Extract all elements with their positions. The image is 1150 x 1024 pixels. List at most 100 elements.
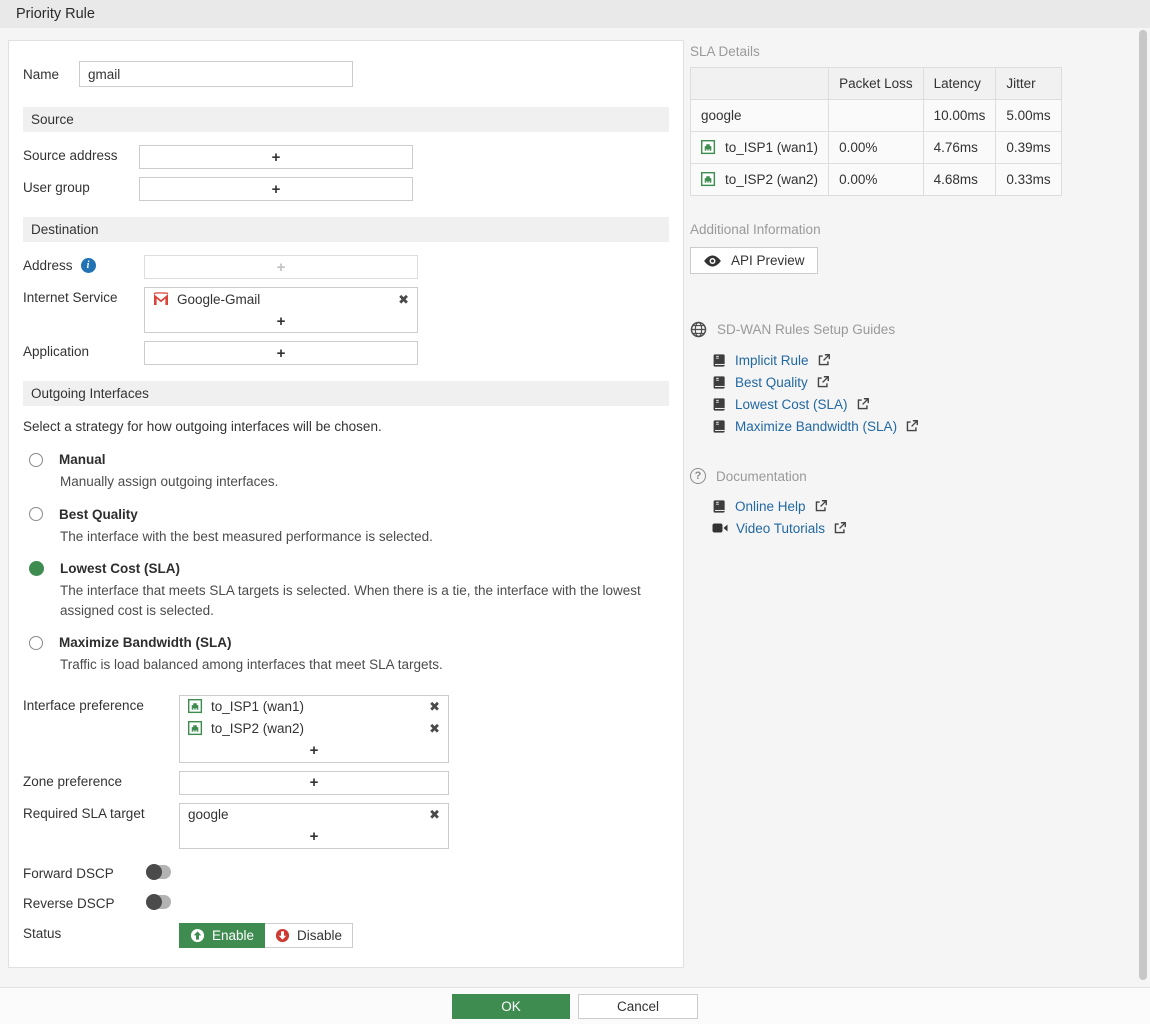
interface-preference-select[interactable]: to_ISP1 (wan1) ✖ to_ISP2 (wan2) ✖ + (179, 694, 449, 763)
interface-item-label: to_ISP2 (wan2) (211, 721, 305, 737)
ethernet-interface-icon (188, 721, 203, 736)
source-address-add-button[interactable]: + (140, 146, 412, 168)
doc-link-video-tutorials[interactable]: Video Tutorials (736, 521, 825, 536)
sla-details-title: SLA Details (690, 44, 760, 59)
internet-service-label: Internet Service (23, 290, 118, 305)
user-group-select[interactable]: + (139, 177, 413, 201)
application-select[interactable]: + (144, 341, 418, 365)
user-group-label: User group (23, 180, 90, 195)
internet-service-add-button[interactable]: + (145, 310, 417, 332)
sla-col-packet-loss: Packet Loss (828, 67, 924, 100)
required-sla-target-add-button[interactable]: + (180, 826, 448, 848)
api-preview-button[interactable]: API Preview (690, 247, 818, 274)
plus-icon: + (309, 828, 319, 846)
interface-preference-row: Interface preference to_ISP1 (wan1) ✖ to… (23, 694, 669, 763)
globe-icon (690, 321, 707, 338)
doc-link-online-help[interactable]: Online Help (735, 499, 806, 514)
strategy-label: Maximize Bandwidth (SLA) (59, 635, 232, 651)
guide-link-row: Implicit Rule (712, 351, 1062, 369)
external-link-icon[interactable] (833, 521, 847, 535)
vertical-scrollbar[interactable] (1139, 30, 1147, 980)
name-input[interactable] (79, 61, 353, 87)
video-camera-icon (712, 521, 728, 535)
remove-icon[interactable]: ✖ (398, 293, 409, 306)
sla-cell-name: to_ISP1 (wan1) (689, 131, 830, 164)
remove-icon[interactable]: ✖ (429, 700, 440, 713)
guide-link-implicit-rule[interactable]: Implicit Rule (735, 353, 809, 368)
strategy-option-maximize-bandwidth-sla: Maximize Bandwidth (SLA) Traffic is load… (29, 635, 669, 675)
user-group-add-button[interactable]: + (140, 178, 412, 200)
sla-details-table: Packet Loss Latency Jitter google 10.00m… (689, 67, 1062, 196)
zone-preference-add-button[interactable]: + (180, 772, 448, 794)
external-link-icon[interactable] (814, 499, 828, 513)
required-sla-target-select[interactable]: google ✖ + (179, 802, 449, 849)
forward-dscp-row: Forward DSCP (23, 863, 669, 881)
internet-service-item: Google-Gmail ✖ (145, 288, 417, 310)
book-icon (712, 375, 727, 390)
sla-row-to-isp1: to_ISP1 (wan1) 0.00% 4.76ms 0.39ms (689, 131, 1062, 164)
sla-target-item: google ✖ (180, 804, 448, 826)
strategy-description: The interface with the best measured per… (60, 528, 433, 544)
book-icon (712, 353, 727, 368)
destination-address-label-text: Address (23, 258, 73, 273)
radio-unselected-icon[interactable] (29, 635, 43, 650)
reverse-dscp-toggle[interactable] (146, 893, 171, 910)
radio-unselected-icon[interactable] (29, 452, 43, 467)
toggle-knob (146, 893, 162, 910)
section-header-outgoing-interfaces: Outgoing Interfaces (23, 381, 669, 406)
destination-address-select: + (144, 255, 418, 279)
external-link-icon[interactable] (817, 353, 831, 367)
zone-preference-select[interactable]: + (179, 770, 449, 795)
plus-icon: + (276, 312, 286, 330)
radio-unselected-icon[interactable] (29, 507, 43, 522)
source-address-label: Source address (23, 148, 118, 163)
required-sla-target-row: Required SLA target google ✖ + (23, 802, 669, 849)
external-link-icon[interactable] (905, 419, 919, 433)
strategy-radio-row[interactable]: Maximize Bandwidth (SLA) (29, 635, 669, 650)
priority-rule-form: Name Source Source address + User group … (8, 40, 684, 968)
strategy-label: Manual (59, 452, 106, 467)
guide-link-maximize-bandwidth-sla[interactable]: Maximize Bandwidth (SLA) (735, 419, 897, 434)
sla-cell-latency: 10.00ms (922, 99, 997, 132)
forward-dscp-toggle[interactable] (146, 863, 171, 880)
application-add-button[interactable]: + (145, 342, 417, 364)
sla-col-latency: Latency (922, 67, 997, 100)
source-address-select[interactable]: + (139, 145, 413, 169)
strategy-radio-row[interactable]: Manual (29, 452, 669, 467)
sla-interface-label: to_ISP2 (wan2) (725, 172, 819, 187)
arrow-up-circle-icon (190, 928, 205, 943)
cancel-button[interactable]: Cancel (578, 993, 698, 1019)
interface-item: to_ISP2 (wan2) ✖ (180, 718, 448, 740)
sla-cell-packet-loss (828, 99, 924, 132)
guide-link-best-quality[interactable]: Best Quality (735, 375, 808, 390)
remove-icon[interactable]: ✖ (429, 808, 440, 821)
page-title: Priority Rule (16, 6, 95, 22)
zone-preference-row: Zone preference + (23, 770, 669, 795)
section-header-source: Source (23, 107, 669, 132)
ok-button[interactable]: OK (452, 993, 570, 1019)
dialog-titlebar: Priority Rule (0, 0, 1150, 28)
documentation-title: Documentation (716, 468, 807, 484)
plus-icon: + (276, 344, 286, 362)
status-enable-button[interactable]: Enable (179, 922, 266, 948)
external-link-icon[interactable] (816, 375, 830, 389)
remove-icon[interactable]: ✖ (429, 722, 440, 735)
strategy-radio-row[interactable]: Best Quality (29, 507, 669, 522)
external-link-icon[interactable] (856, 397, 870, 411)
name-row: Name (23, 61, 669, 87)
plus-icon: + (309, 742, 319, 760)
api-preview-label: API Preview (731, 253, 805, 268)
strategy-radio-row[interactable]: Lowest Cost (SLA) (29, 561, 669, 577)
guide-link-lowest-cost-sla[interactable]: Lowest Cost (SLA) (735, 397, 848, 412)
forward-dscp-label: Forward DSCP (23, 865, 114, 881)
guide-link-row: Best Quality (712, 373, 1062, 391)
radio-selected-icon[interactable] (29, 561, 44, 577)
plus-icon: + (276, 258, 286, 276)
status-disable-button[interactable]: Disable (265, 922, 354, 948)
interface-preference-add-button[interactable]: + (180, 740, 448, 762)
additional-information-title: Additional Information (690, 222, 821, 237)
doc-link-row: Online Help (712, 497, 1062, 515)
internet-service-select[interactable]: Google-Gmail ✖ + (144, 287, 418, 333)
setup-guides-title: SD-WAN Rules Setup Guides (717, 322, 896, 337)
status-disable-label: Disable (297, 927, 343, 943)
